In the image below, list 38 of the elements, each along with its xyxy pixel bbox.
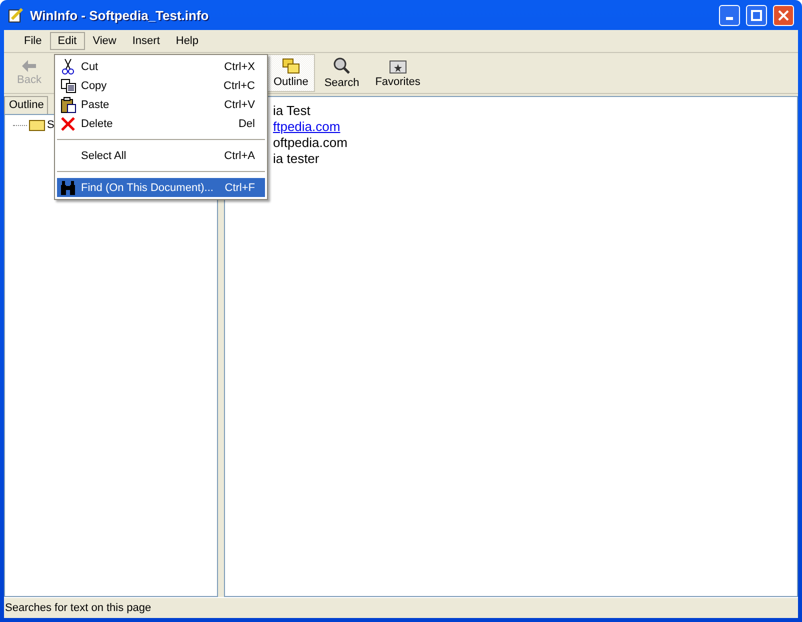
menu-item[interactable]: Edit (50, 32, 85, 50)
close-icon (778, 10, 789, 20)
menu-item[interactable]: File (16, 32, 50, 50)
status-text: Searches for text on this page (4, 597, 798, 618)
document-text: ia tester (273, 151, 320, 167)
menu-entry[interactable]: Delete Del (57, 114, 265, 133)
toolbar-button[interactable]: Outline (266, 54, 316, 92)
folders-icon (282, 58, 300, 74)
scissors-icon (62, 58, 74, 74)
binoculars-icon (60, 180, 76, 194)
menu-entry[interactable]: Paste Ctrl+V (57, 95, 265, 114)
menu-entry[interactable]: Find (On This Document)... Ctrl+F (57, 178, 265, 197)
toolbar-button[interactable]: Favorites (368, 54, 428, 92)
maximize-icon (751, 10, 762, 20)
close-button[interactable] (773, 4, 794, 26)
minimize-button[interactable] (719, 4, 740, 26)
clipboard-icon (60, 96, 76, 112)
menu-entry[interactable]: Cut Ctrl+X (57, 57, 265, 76)
folder-icon (29, 119, 45, 131)
delete-icon (61, 116, 75, 130)
menu-item[interactable]: Help (168, 32, 206, 50)
window-title: WinInfo - Softpedia_Test.info (30, 8, 210, 22)
menu-entry[interactable]: Copy Ctrl+C (57, 76, 265, 95)
minimize-icon (726, 16, 733, 20)
copy-icon (60, 78, 76, 92)
maximize-button[interactable] (746, 4, 767, 26)
document-link[interactable]: ftpedia.com (273, 119, 340, 135)
search-icon (332, 57, 351, 75)
pane-tab[interactable]: Outline (4, 96, 48, 114)
document-text: oftpedia.com (273, 135, 348, 151)
toolbar-button[interactable]: Search (317, 54, 366, 92)
menu-item[interactable]: Insert (124, 32, 168, 50)
menu-entry[interactable]: Select All Ctrl+A (57, 146, 265, 165)
tree-item[interactable]: S (47, 119, 54, 131)
document-text: ia Test (273, 103, 310, 119)
app-icon (8, 7, 24, 23)
back-arrow-icon (22, 60, 36, 72)
menu-item[interactable]: View (84, 32, 124, 50)
